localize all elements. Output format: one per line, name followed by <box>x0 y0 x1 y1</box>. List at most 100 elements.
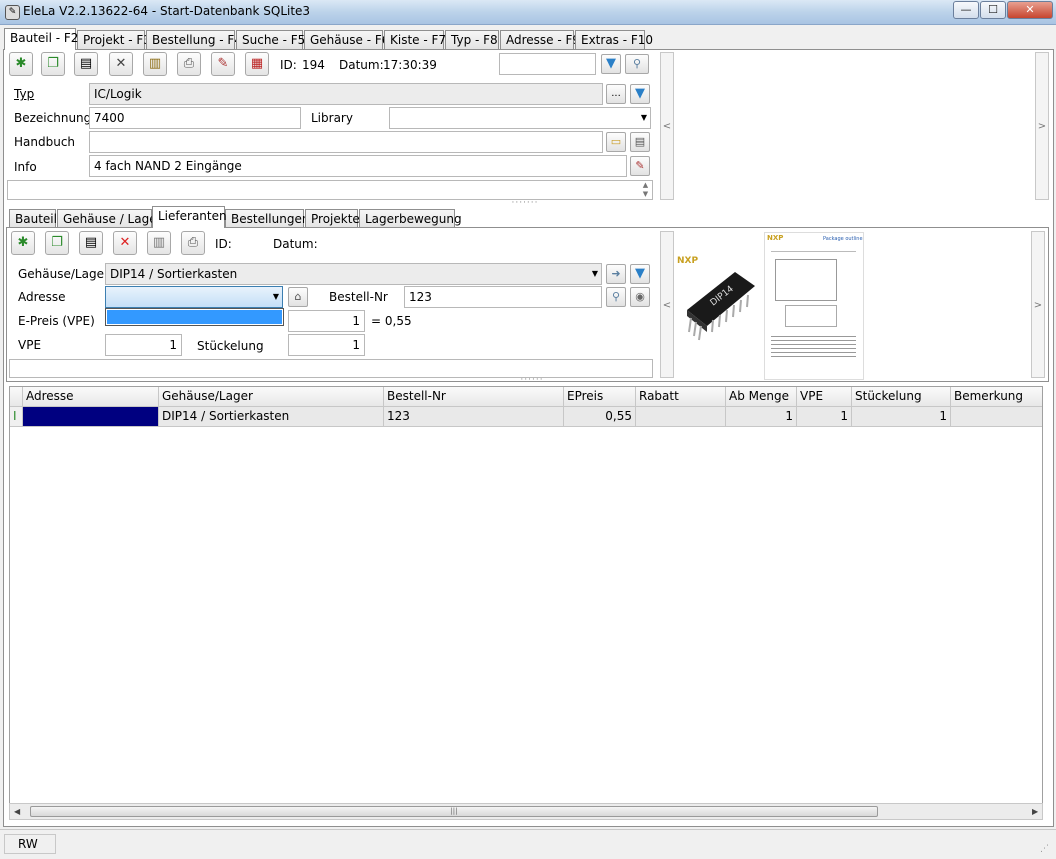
new-supplier-button[interactable]: ✱ <box>11 231 35 255</box>
printer-icon: ⎙ <box>187 235 199 250</box>
typ-filter-button[interactable]: ▼ <box>630 84 650 104</box>
stock-button[interactable]: ▥ <box>143 52 167 76</box>
preview-collapse-left[interactable]: < <box>660 231 674 378</box>
info-field[interactable]: 4 fach NAND 2 Eingänge <box>89 155 627 177</box>
memo-scroll[interactable]: ▲ ▼ <box>639 181 652 199</box>
cell-bestellnr[interactable]: 123 <box>384 407 564 427</box>
print-supplier-button[interactable]: ⎙ <box>181 231 205 255</box>
subtab-lagerbewegung[interactable]: Lagerbewegung <box>359 209 462 228</box>
col-stueckelung[interactable]: Stückelung <box>852 387 951 407</box>
adresse-combo[interactable]: ▼ <box>105 286 283 308</box>
menge-field[interactable]: 1 <box>288 310 365 332</box>
scroll-right-icon[interactable]: ▶ <box>1032 807 1038 816</box>
subtab-gehaeuse-lager[interactable]: Gehäuse / Lager <box>57 209 162 228</box>
cell-vpe[interactable]: 1 <box>797 407 852 427</box>
typ-browse-button[interactable]: ... <box>606 84 626 104</box>
subtab-lieferanten[interactable]: Lieferanten <box>152 206 227 228</box>
export-button[interactable]: ▦ <box>245 52 269 76</box>
filter-button[interactable]: ▼ <box>601 54 621 74</box>
save-copy-button[interactable]: ▤ <box>74 52 98 76</box>
print-button[interactable]: ⎙ <box>177 52 201 76</box>
gehaeuse-filter-button[interactable]: ▼ <box>630 264 650 284</box>
bezeichnung-field[interactable]: 7400 <box>89 107 301 129</box>
save-supplier-button[interactable]: ▤ <box>79 231 103 255</box>
new-part-button[interactable]: ✱ <box>9 52 33 76</box>
web-button[interactable]: ◉ <box>630 287 650 307</box>
archive-supplier-button[interactable]: ▥ <box>147 231 171 255</box>
library-combo[interactable]: ▼ <box>389 107 651 129</box>
collapse-right-button[interactable]: > <box>1035 52 1049 200</box>
info-label: Info <box>14 160 37 174</box>
tab-extras[interactable]: Extras - F10 <box>575 30 653 49</box>
scroll-left-icon[interactable]: ◀ <box>14 807 20 816</box>
col-vpe[interactable]: VPE <box>797 387 852 407</box>
col-adresse[interactable]: Adresse <box>23 387 159 407</box>
tab-bestellung[interactable]: Bestellung - F4 <box>146 30 242 49</box>
cell-gehaeuse[interactable]: DIP14 / Sortierkasten <box>159 407 384 427</box>
floppy-icon: ▤ <box>79 56 93 71</box>
supplier-notes-memo[interactable] <box>9 359 653 378</box>
home-icon: ⌂ <box>294 290 302 303</box>
vpe-field[interactable]: 1 <box>105 334 182 356</box>
resize-grip-icon[interactable]: ⋰ <box>1040 844 1049 854</box>
supplier-splitter-handle[interactable]: ······ <box>512 376 552 385</box>
subtab-projekte[interactable]: Projekte <box>305 209 360 228</box>
delete-part-button[interactable]: ✕ <box>109 52 133 76</box>
cell-stueckelung[interactable]: 1 <box>852 407 951 427</box>
collapse-left-button[interactable]: < <box>660 52 674 200</box>
info-edit-button[interactable]: ✎ <box>630 156 650 176</box>
stueckelung-field[interactable]: 1 <box>288 334 365 356</box>
chevron-down-icon: ▼ <box>640 113 647 122</box>
bestellnr-lookup-button[interactable]: ⚲ <box>606 287 626 307</box>
cell-bemerkung[interactable] <box>951 407 1042 427</box>
col-bemerkung[interactable]: Bemerkung <box>951 387 1042 407</box>
cell-epreis[interactable]: 0,55 <box>564 407 636 427</box>
handbuch-open-button[interactable]: ▭ <box>606 132 626 152</box>
copy-part-button[interactable]: ❐ <box>41 52 65 76</box>
tab-adresse[interactable]: Adresse - F9 <box>500 30 580 49</box>
adresse-dropdown-list[interactable] <box>105 308 284 326</box>
bestellnr-field[interactable]: 123 <box>404 286 602 308</box>
col-epreis[interactable]: EPreis <box>564 387 636 407</box>
grid-corner <box>10 387 23 407</box>
minimize-button[interactable]: — <box>953 1 979 19</box>
preview-collapse-right[interactable]: > <box>1031 231 1045 378</box>
cell-ab-menge[interactable]: 1 <box>726 407 797 427</box>
gehaeuse-goto-button[interactable]: ➜ <box>606 264 626 284</box>
delete-supplier-button[interactable]: ✕ <box>113 231 137 255</box>
typ-field[interactable]: IC/Logik <box>89 83 603 105</box>
gehaeuse-combo[interactable]: DIP14 / Sortierkasten ▼ <box>105 263 602 285</box>
tab-suche[interactable]: Suche - F5 <box>236 30 305 49</box>
maximize-button[interactable]: ☐ <box>980 1 1006 19</box>
subtab-bauteil[interactable]: Bauteil <box>9 209 57 228</box>
box-icon: ▥ <box>148 56 162 71</box>
search-button[interactable]: ⚲ <box>625 54 649 74</box>
close-button[interactable]: ✕ <box>1007 1 1053 19</box>
col-bestellnr[interactable]: Bestell-Nr <box>384 387 564 407</box>
notes-memo[interactable] <box>7 180 653 200</box>
subtab-bestellungen[interactable]: Bestellungen <box>225 209 309 228</box>
edit-button[interactable]: ✎ <box>211 52 235 76</box>
col-gehaeuse[interactable]: Gehäuse/Lager <box>159 387 384 407</box>
adresse-home-button[interactable]: ⌂ <box>288 287 308 307</box>
handbuch-field[interactable] <box>89 131 603 153</box>
splitter-handle[interactable]: ······· <box>500 199 550 208</box>
col-ab-menge[interactable]: Ab Menge <box>726 387 797 407</box>
cell-rabatt[interactable] <box>636 407 726 427</box>
tab-typ[interactable]: Typ - F8 <box>445 30 499 49</box>
handbuch-view-button[interactable]: ▤ <box>630 132 650 152</box>
dropdown-highlighted-item[interactable] <box>107 310 282 324</box>
table-row[interactable]: I DIP14 / Sortierkasten 123 0,55 1 1 1 <box>10 407 1042 427</box>
datasheet-table <box>771 333 856 359</box>
tab-projekt[interactable]: Projekt - F3 <box>77 30 151 49</box>
dip14-chip-icon: DIP14 <box>687 272 755 341</box>
cell-adresse[interactable] <box>23 407 159 427</box>
horizontal-scrollbar[interactable]: ◀ ||| ▶ <box>9 803 1043 820</box>
tab-gehaeuse[interactable]: Gehäuse - F6 <box>304 30 389 49</box>
tab-bauteil[interactable]: Bauteil - F2 <box>4 28 78 50</box>
copy-supplier-button[interactable]: ❐ <box>45 231 69 255</box>
col-rabatt[interactable]: Rabatt <box>636 387 726 407</box>
filter-input[interactable] <box>499 53 596 75</box>
scroll-thumb[interactable]: ||| <box>30 806 878 817</box>
tab-kiste[interactable]: Kiste - F7 <box>384 30 446 49</box>
